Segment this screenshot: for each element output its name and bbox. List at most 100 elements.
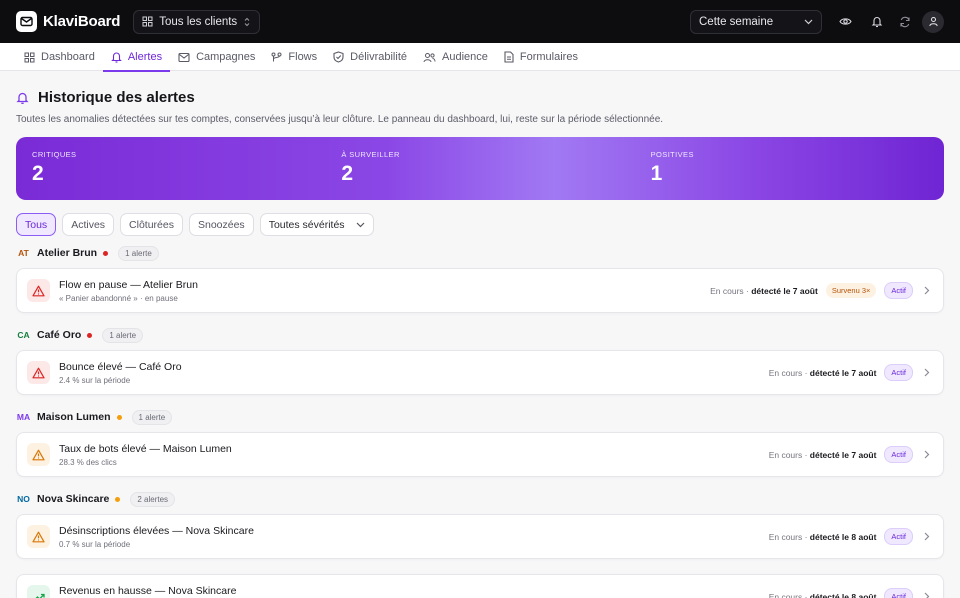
page-subtitle: Toutes les anomalies détectées sur tes c… [16,114,664,125]
severity-dot [103,250,109,256]
status-badge: Actif [884,282,913,299]
form-icon [504,51,514,63]
alert-card[interactable]: Taux de bots élevé — Maison Lumen 28.3 % … [16,432,944,477]
client-selector[interactable]: Tous les clients [133,9,261,34]
stat-value: 1 [650,162,663,185]
tab-dashboard[interactable]: Dashboard [16,43,103,71]
alert-state: En cours [768,531,803,542]
tab-label: Audience [442,51,488,63]
chevron-down-icon [804,19,813,24]
alert-state: En cours [768,449,803,460]
client-initials: NO [17,494,30,504]
alert-state: En cours [768,591,803,598]
chevron-right-icon[interactable] [921,286,933,295]
alert-title: Flow en pause — Atelier Brun [59,278,198,291]
client-group-header: AT Atelier Brun 1 alerte [16,245,944,261]
logo-icon[interactable] [16,11,37,32]
tab-campagnes[interactable]: Campagnes [170,43,263,71]
alert-detail: « Panier abandonné » · en pause [59,293,178,303]
period-selector[interactable]: Cette semaine [690,9,822,34]
bell-icon [111,51,122,63]
tab-audience[interactable]: Audience [415,43,496,71]
alert-detail: 0.7 % sur la période [59,539,131,549]
top-bar: KlaviBoard Tous les clients Cette semain… [0,0,960,43]
tab-alertes[interactable]: Alertes [102,43,171,72]
client-group-header: NO Nova Skincare 2 alertes [16,491,944,507]
chevron-down-icon [356,222,365,227]
status-badge: Actif [884,364,913,381]
alert-card[interactable]: Flow en pause — Atelier Brun « Panier aba… [16,268,944,313]
client-initials: MA [16,412,31,422]
client-name: Atelier Brun [37,247,98,259]
alert-card[interactable]: Désinscriptions élevées — Nova Skincare 0… [16,514,944,559]
filter-chip[interactable]: Clôturées [120,213,183,236]
alert-count-badge: 1 alerte [118,245,159,261]
alert-detail: 28.3 % des clics [59,457,117,467]
filter-chip[interactable]: Snoozées [188,213,254,236]
severity-select[interactable]: Toutes sévérités [259,213,374,236]
mail-icon [178,52,190,63]
client-initials: AT [18,248,29,258]
alert-meta: En cours · détecté le 7 août [710,285,818,296]
filter-bar: Tous Actives Clôturées Snoozées Toutes sévér… [16,213,944,236]
client-selector-label: Tous les clients [159,15,238,28]
severity-dot [116,414,122,420]
alert-meta: En cours · détecté le 7 août [768,449,877,460]
user-icon [928,17,938,27]
chevron-right-icon[interactable] [921,532,933,541]
chevron-updown-icon [244,17,250,26]
alert-meta: En cours · détecté le 8 août [769,592,877,598]
stat-label: CRITIQUES [32,150,77,159]
alert-title: Taux de bots élevé — Maison Lumen [59,442,232,455]
shield-icon [333,51,344,63]
alert-count-badge: 2 alertes [130,491,176,507]
chevron-right-icon[interactable] [921,368,933,377]
warning-triangle-icon [27,361,50,384]
tab-label: Flows [288,51,318,63]
stats-banner: CRITIQUES 2 À SURVEILLER 2 POSITIVES 1 [16,137,944,200]
stat-card: CRITIQUES 2 [16,137,325,200]
alert-title: Revenus en hausse — Nova Skincare [59,584,237,597]
warning-triangle-icon [27,525,50,548]
severity-select-label: Toutes sévérités [268,218,345,231]
alert-card[interactable]: Revenus en hausse — Nova Skincare+27.3 %… [16,574,944,598]
alert-card[interactable]: Bounce élevé — Café Oro 2.4 % sur la péri… [16,350,944,395]
chevron-right-icon[interactable] [921,450,933,459]
alert-detected: détecté le 7 août [809,449,877,460]
filter-chip[interactable]: Tous [16,213,57,236]
tab-label: Formulaires [519,51,578,63]
chevron-right-icon[interactable] [921,592,933,598]
bell-icon [16,92,29,104]
recurrence-badge: Survenu 3× [825,283,877,298]
tab-label: Alertes [127,51,163,63]
alert-detected: détecté le 7 août [809,367,877,378]
status-badge: Actif [884,528,913,545]
eye-icon[interactable] [834,11,856,33]
alert-count-badge: 1 alerte [131,409,173,425]
flow-icon [271,52,282,63]
tab-flows[interactable]: Flows [263,43,325,71]
stat-value: 2 [32,162,44,185]
warning-triangle-icon [27,443,50,466]
alert-detected: détecté le 8 août [809,591,877,598]
client-group-header: MA Maison Lumen 1 alerte [16,409,944,425]
user-avatar[interactable] [922,10,944,33]
alert-title: Bounce élevé — Café Oro [59,360,182,373]
refresh-icon[interactable] [894,11,916,33]
tab-delivrabilite[interactable]: Délivrabilité [325,43,415,71]
status-badge: Actif [884,446,913,463]
users-icon [423,52,436,63]
tab-label: Campagnes [196,51,256,63]
tab-formulaires[interactable]: Formulaires [496,43,586,71]
alert-state: En cours [768,367,803,378]
client-group-header: CA Café Oro 1 alerte [16,327,944,343]
bell-icon[interactable] [866,11,888,33]
stat-label: POSITIVES [650,150,694,159]
page-header: Historique des alertes Toutes les anomal… [0,71,960,125]
client-name: Café Oro [37,329,82,341]
brand-name: KlaviBoard [43,13,121,30]
stat-value: 2 [341,162,354,185]
status-badge: Actif [884,588,913,598]
filter-chip[interactable]: Actives [62,213,115,236]
client-name: Nova Skincare [37,493,110,505]
